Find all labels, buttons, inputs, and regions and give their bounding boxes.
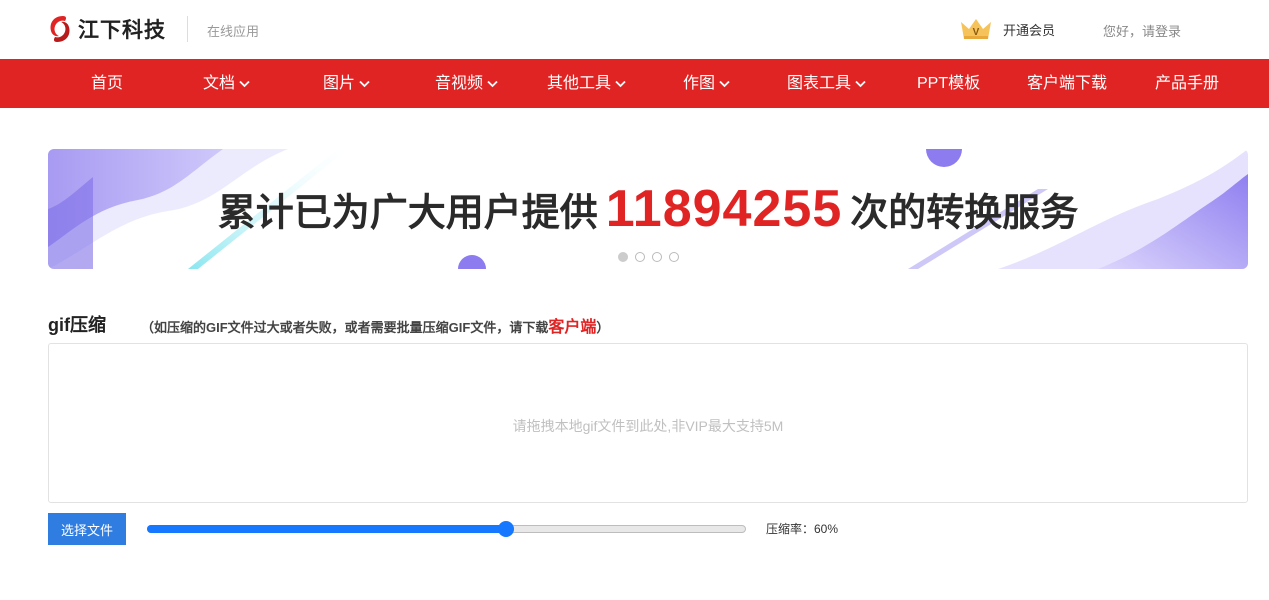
chevron-down-icon <box>359 80 370 87</box>
banner-text-after: 次的转换服务 <box>850 192 1079 235</box>
promo-banner[interactable]: 累计已为广大用户提供 11894255 次的转换服务 <box>48 149 1248 269</box>
main-nav: 首页 文档 图片 音视频 其他工具 作图 图表工具 PPT模板 客户端下载 产品… <box>0 59 1269 108</box>
nav-item-document[interactable]: 文档 <box>203 59 250 108</box>
nav-item-drawing[interactable]: 作图 <box>683 59 730 108</box>
tool-note-after: ） <box>596 320 610 335</box>
nav-item-label: PPT模板 <box>917 75 981 92</box>
client-download-link[interactable]: 客户端 <box>548 319 596 336</box>
logo-icon <box>50 16 70 42</box>
nav-item-ppt-templates[interactable]: PPT模板 <box>917 59 980 108</box>
banner-count: 11894255 <box>605 180 843 238</box>
choose-file-button[interactable]: 选择文件 <box>48 513 126 545</box>
open-vip-label: 开通会员 <box>1003 22 1056 38</box>
nav-item-image[interactable]: 图片 <box>323 59 370 108</box>
nav-item-label: 图表工具 <box>787 75 852 92</box>
top-header: 江下科技 在线应用 V 开通会员 您好，请登录 <box>0 0 1269 58</box>
chevron-down-icon <box>239 80 250 87</box>
chevron-down-icon <box>487 80 498 87</box>
login-link[interactable]: 您好，请登录 <box>1103 21 1181 40</box>
open-vip-button[interactable]: V 开通会员 <box>958 16 1055 42</box>
nav-item-label: 文档 <box>203 75 236 92</box>
logo-text: 江下科技 <box>78 19 166 42</box>
logo[interactable]: 江下科技 <box>47 14 166 44</box>
nav-item-other-tools[interactable]: 其他工具 <box>547 59 626 108</box>
crown-icon: V <box>961 19 991 39</box>
banner-headline: 累计已为广大用户提供 11894255 次的转换服务 <box>48 179 1248 239</box>
nav-item-label: 其他工具 <box>547 75 612 92</box>
compression-rate-label: 压缩率：60% <box>766 522 839 536</box>
file-dropzone[interactable]: 请拖拽本地gif文件到此处,非VIP最大支持5M <box>48 343 1248 503</box>
carousel-dot-3[interactable] <box>652 252 662 262</box>
nav-item-product-manual[interactable]: 产品手册 <box>1155 59 1219 108</box>
nav-item-client-download[interactable]: 客户端下载 <box>1027 59 1107 108</box>
dropzone-hint: 请拖拽本地gif文件到此处,非VIP最大支持5M <box>512 418 784 434</box>
compression-slider[interactable] <box>147 520 746 538</box>
chevron-down-icon <box>855 80 866 87</box>
carousel-dot-2[interactable] <box>635 252 645 262</box>
nav-item-label: 图片 <box>323 75 356 92</box>
nav-item-chart-tools[interactable]: 图表工具 <box>787 59 866 108</box>
slider-thumb[interactable] <box>498 521 514 537</box>
slider-fill <box>147 525 506 533</box>
tool-title: gif压缩 <box>48 315 106 335</box>
carousel-dot-1[interactable] <box>618 252 628 262</box>
nav-item-home[interactable]: 首页 <box>91 59 123 108</box>
carousel-dots <box>618 252 686 262</box>
nav-item-av[interactable]: 音视频 <box>435 59 498 108</box>
nav-item-label: 客户端下载 <box>1027 75 1108 92</box>
chevron-down-icon <box>615 80 626 87</box>
nav-item-label: 首页 <box>91 75 124 92</box>
svg-text:V: V <box>973 27 980 38</box>
chevron-down-icon <box>719 80 730 87</box>
tool-note: （如压缩的GIF文件过大或者失败，或者需要批量压缩GIF文件，请下载客户端） <box>141 313 609 337</box>
nav-item-label: 音视频 <box>435 75 484 92</box>
tool-note-before: （如压缩的GIF文件过大或者失败，或者需要批量压缩GIF文件，请下载 <box>141 320 549 335</box>
banner-text-before: 累计已为广大用户提供 <box>217 192 598 235</box>
carousel-dot-4[interactable] <box>669 252 679 262</box>
nav-item-label: 作图 <box>683 75 716 92</box>
header-subtitle: 在线应用 <box>207 24 260 39</box>
header-divider <box>187 16 188 42</box>
nav-item-label: 产品手册 <box>1155 75 1220 92</box>
